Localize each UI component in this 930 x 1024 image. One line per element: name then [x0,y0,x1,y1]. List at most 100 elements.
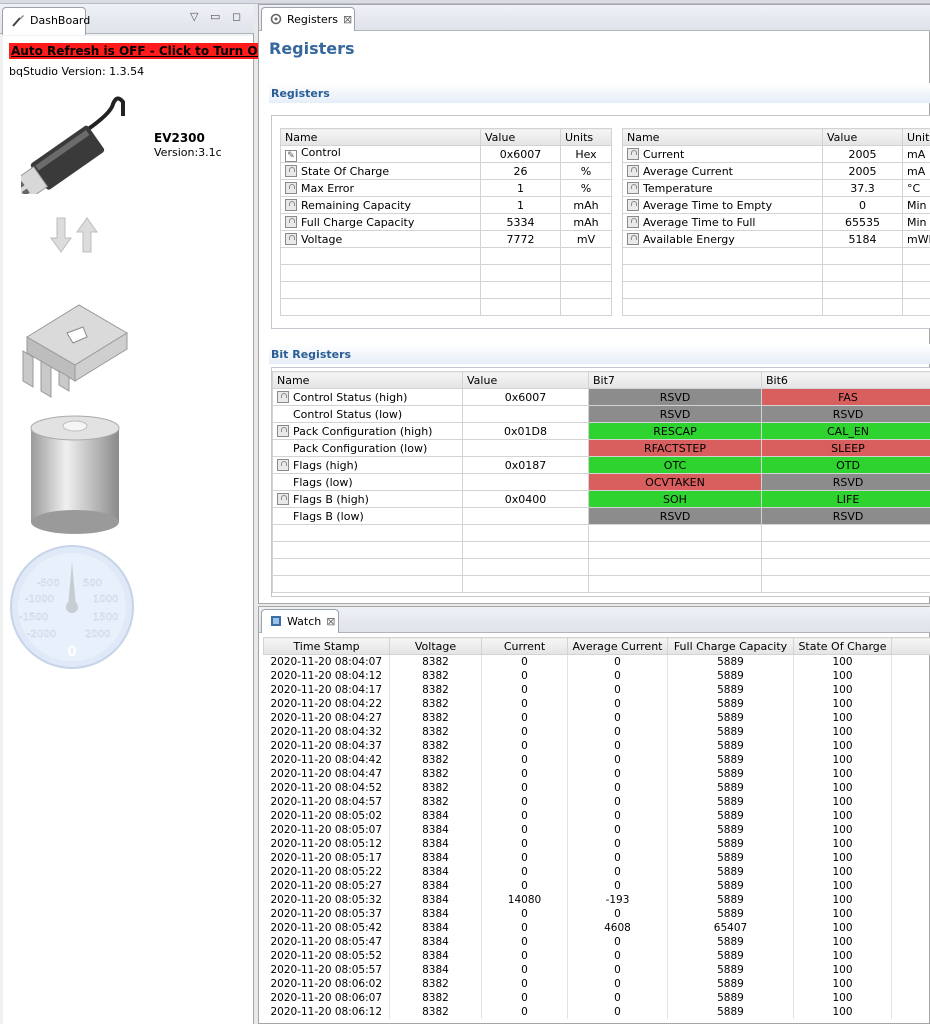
view-menu-icon[interactable]: ▽ [190,10,198,23]
register-row[interactable]: Remaining Capacity 1 mAh [280,196,612,214]
register-value[interactable]: 2005 [822,145,903,163]
register-value[interactable]: 1 [480,196,561,214]
bit6-cell[interactable]: FAS [761,388,930,406]
lock-icon[interactable] [277,492,289,505]
register-value[interactable]: 2005 [822,162,903,180]
bit6-cell[interactable]: RSVD [761,507,930,525]
lock-icon[interactable] [285,181,297,194]
register-row[interactable]: Average Time to Full 65535 Min [622,213,930,231]
register-value[interactable]: 65535 [822,213,903,231]
bit-register-row[interactable]: Flags B (high) 0x0400 SOH LIFE [272,490,930,508]
tab-watch[interactable]: Watch ⊠ [261,609,339,633]
register-value[interactable]: 0 [822,196,903,214]
column-header-units[interactable]: Units [560,128,612,146]
register-row[interactable]: Average Time to Empty 0 Min [622,196,930,214]
bit-register-row[interactable]: Pack Configuration (high) 0x01D8 RESCAP CAL… [272,422,930,440]
watch-column-header[interactable]: Time Stamp [263,637,390,655]
bit6-cell[interactable]: SLEEP [761,439,930,457]
bit6-cell[interactable]: CAL_EN [761,422,930,440]
lock-icon[interactable] [277,458,289,471]
bit7-cell[interactable]: RSVD [588,388,762,406]
lock-icon[interactable] [627,181,639,194]
register-row[interactable]: Current 2005 mA [622,145,930,163]
register-row[interactable]: ✎ Control 0x6007 Hex [280,145,612,163]
register-row[interactable]: Full Charge Capacity 5334 mAh [280,213,612,231]
bit7-cell[interactable]: RESCAP [588,422,762,440]
bit-register-value[interactable]: 0x6007 [462,388,589,406]
column-header-bit6[interactable]: Bit6 [761,371,930,389]
bit6-cell[interactable]: RSVD [761,405,930,423]
lock-icon[interactable] [627,198,639,211]
lock-icon[interactable] [277,390,289,403]
maximize-icon[interactable]: ◻ [232,10,241,23]
column-header-value[interactable]: Value [462,371,589,389]
register-row[interactable]: State Of Charge 26% [280,162,612,180]
bit-register-row[interactable]: Flags (low) OCVTAKEN RSVD [272,473,930,491]
minimize-icon[interactable]: ▭ [210,10,220,23]
close-icon[interactable]: ⊠ [326,615,335,628]
column-header-name[interactable]: Name [622,128,823,146]
watch-column-header[interactable]: Voltage [389,637,482,655]
watch-column-header[interactable]: State Of Charge [793,637,892,655]
bit7-cell[interactable]: RSVD [588,507,762,525]
tab-dashboard[interactable]: DashBoard [2,7,90,35]
register-row[interactable]: Max Error 1% [280,179,612,197]
bit7-cell[interactable]: RSVD [588,405,762,423]
bit6-cell[interactable]: OTD [761,456,930,474]
bit-register-row[interactable]: Flags (high) 0x0187 OTC OTD [272,456,930,474]
bit-register-value[interactable]: 0x0187 [462,456,589,474]
watch-column-header[interactable]: Average Current [567,637,668,655]
bit7-cell[interactable]: OCVTAKEN [588,473,762,491]
bit6-cell[interactable]: RSVD [761,473,930,491]
lock-icon[interactable] [285,215,297,228]
bit-register-value[interactable]: 0x0400 [462,490,589,508]
bit-register-row[interactable]: Pack Configuration (low) RFACTSTEP SLEEP [272,439,930,457]
register-value[interactable]: 5334 [480,213,561,231]
register-value[interactable]: 7772 [480,230,561,248]
lock-icon[interactable] [627,215,639,228]
register-value[interactable]: 37.3 [822,179,903,197]
bit-register-value[interactable] [462,507,589,525]
bit7-cell[interactable]: RFACTSTEP [588,439,762,457]
column-header-bit7[interactable]: Bit7 [588,371,762,389]
register-row[interactable]: Voltage 7772 mV [280,230,612,248]
register-value[interactable]: 5184 [822,230,903,248]
bit-register-value[interactable] [462,473,589,491]
lock-icon[interactable] [285,198,297,211]
pencil-icon[interactable]: ✎ [285,150,297,162]
bit-register-value[interactable] [462,405,589,423]
bit-register-value[interactable] [462,439,589,457]
lock-icon[interactable] [277,424,289,437]
lock-icon[interactable] [285,164,297,177]
register-value[interactable]: 26 [480,162,561,180]
register-name-cell: State Of Charge [280,162,481,180]
bit-register-row[interactable]: Control Status (low) RSVD RSVD [272,405,930,423]
bit-register-value[interactable]: 0x01D8 [462,422,589,440]
gauge-tick-minus500: -500 [37,578,60,589]
auto-refresh-toggle[interactable]: Auto Refresh is OFF - Click to Turn On [9,43,269,59]
tab-registers[interactable]: Registers ⊠ [261,7,355,31]
bit7-cell[interactable]: OTC [588,456,762,474]
register-row[interactable]: Temperature 37.3 °C [622,179,930,197]
register-row[interactable]: Available Energy 5184mWh [622,230,930,248]
lock-icon[interactable] [627,147,639,160]
column-header-name[interactable]: Name [280,128,481,146]
bit-register-row[interactable]: Flags B (low) RSVD RSVD [272,507,930,525]
column-header-units[interactable]: Units [902,128,930,146]
bit6-cell[interactable]: LIFE [761,490,930,508]
watch-column-header[interactable]: Current [481,637,568,655]
column-header-name[interactable]: Name [272,371,463,389]
register-row[interactable]: Average Current 2005 mA [622,162,930,180]
register-value[interactable]: 1 [480,179,561,197]
register-value[interactable]: 0x6007 [480,145,561,163]
watch-column-header[interactable]: Full Charge Capacity [667,637,794,655]
lock-icon[interactable] [285,232,297,245]
close-icon[interactable]: ⊠ [343,13,352,26]
column-header-value[interactable]: Value [822,128,903,146]
column-header-value[interactable]: Value [480,128,561,146]
bit7-cell[interactable]: SOH [588,490,762,508]
lock-icon[interactable] [627,232,639,245]
bit-register-row[interactable]: Control Status (high) 0x6007 RSVD FAS [272,388,930,406]
empty-cell [272,541,463,559]
lock-icon[interactable] [627,164,639,177]
